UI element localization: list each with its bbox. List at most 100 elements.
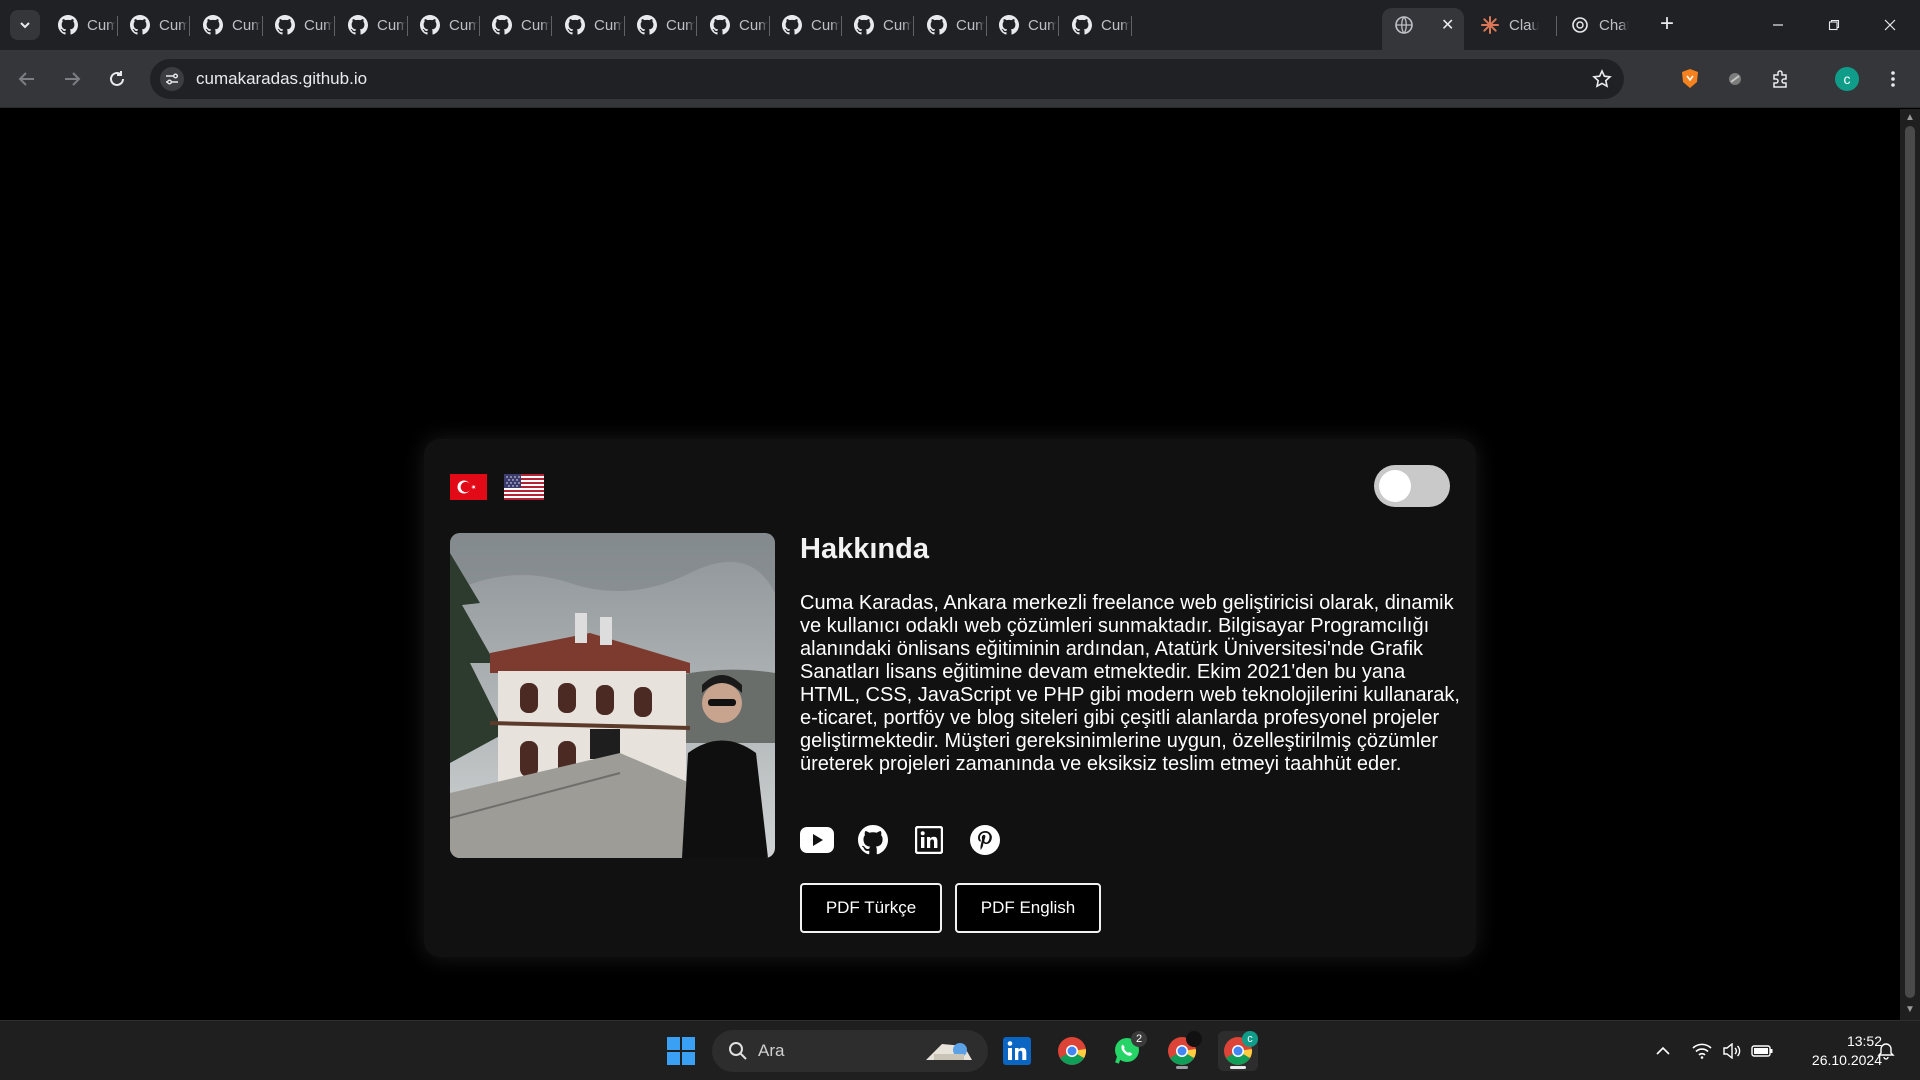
page-scrollbar[interactable]: ▲ ▼ <box>1900 109 1920 1020</box>
tab-title: Chat <box>1599 16 1629 34</box>
tab-title: Cum <box>377 16 406 34</box>
extension-icon[interactable] <box>1722 66 1748 92</box>
search-highlight-icon <box>926 1043 972 1060</box>
tab-github-3[interactable]: Cum <box>191 8 261 42</box>
taskbar-whatsapp[interactable]: 2 <box>1107 1031 1147 1071</box>
close-tab-icon[interactable]: ✕ <box>1441 15 1454 35</box>
tab-github-8[interactable]: Cum <box>553 8 623 42</box>
extensions-puzzle-icon[interactable] <box>1768 66 1794 92</box>
tab-title: Cum <box>521 16 550 34</box>
address-bar[interactable]: cumakaradas.github.io <box>150 59 1624 99</box>
taskbar-chrome-profile[interactable] <box>1162 1031 1202 1071</box>
tab-active[interactable]: ✕ <box>1382 8 1464 50</box>
whatsapp-badge: 2 <box>1131 1031 1147 1047</box>
tab-separator <box>913 16 914 36</box>
tab-title: Cum <box>666 16 695 34</box>
us-flag-icon[interactable] <box>504 473 544 501</box>
tab-separator <box>551 16 552 36</box>
linkedin-link[interactable] <box>912 823 946 857</box>
tab-github-9[interactable]: Cum <box>625 8 695 42</box>
notification-bell-icon[interactable] <box>1874 1039 1898 1063</box>
volume-icon[interactable] <box>1720 1039 1744 1063</box>
tab-separator <box>1131 16 1132 36</box>
tab-github-12[interactable]: Cum <box>842 8 912 42</box>
tab-github-13[interactable]: Cum <box>915 8 985 42</box>
system-clock[interactable]: 13:52 26.10.2024 <box>1786 1032 1882 1070</box>
github-icon <box>782 15 802 35</box>
tab-github-4[interactable]: Cum <box>263 8 333 42</box>
tab-search-button[interactable] <box>10 10 40 40</box>
tab-claude[interactable]: Clau <box>1468 8 1552 42</box>
bookmark-star-icon[interactable] <box>1590 67 1614 91</box>
arrow-left-icon <box>18 72 34 86</box>
tab-github-5[interactable]: Cum <box>336 8 406 42</box>
tab-title: Cum <box>232 16 261 34</box>
search-icon <box>729 1042 747 1060</box>
profile-avatar[interactable]: c <box>1835 67 1859 91</box>
github-icon <box>637 15 657 35</box>
new-tab-button[interactable]: + <box>1652 10 1682 40</box>
theme-toggle[interactable] <box>1374 465 1450 507</box>
close-window-button[interactable] <box>1862 0 1918 50</box>
tab-github-15[interactable]: Cum <box>1060 8 1130 42</box>
github-icon <box>858 825 888 855</box>
scroll-thumb[interactable] <box>1905 126 1915 998</box>
about-card: Hakkında Cuma Karadas, Ankara merkezli f… <box>424 439 1476 957</box>
tab-github-14[interactable]: Cum <box>987 8 1057 42</box>
github-link[interactable] <box>856 823 890 857</box>
tab-separator <box>696 16 697 36</box>
reload-button[interactable] <box>100 62 134 96</box>
github-icon <box>348 15 368 35</box>
chatgpt-icon <box>1572 17 1588 33</box>
taskbar-linkedin[interactable] <box>997 1031 1037 1071</box>
tab-github-2[interactable]: Cum <box>118 8 188 42</box>
site-info-icon[interactable] <box>160 67 184 91</box>
linkedin-icon <box>1003 1037 1031 1065</box>
claude-icon <box>1481 16 1499 34</box>
minimize-icon <box>1773 24 1783 26</box>
start-button[interactable] <box>661 1031 701 1071</box>
taskbar-chrome[interactable] <box>1052 1031 1092 1071</box>
chrome-icon <box>1058 1037 1087 1065</box>
turkey-flag-icon[interactable] <box>450 473 487 501</box>
wifi-icon[interactable] <box>1690 1039 1714 1063</box>
restore-button[interactable] <box>1806 0 1862 50</box>
github-icon <box>492 15 512 35</box>
brave-shield-icon[interactable] <box>1677 66 1703 92</box>
menu-kebab-icon[interactable] <box>1880 66 1906 92</box>
scroll-down-icon[interactable]: ▼ <box>1905 1005 1915 1015</box>
back-button[interactable] <box>10 62 44 96</box>
about-title: Hakkında <box>800 533 929 565</box>
taskbar-chrome-active[interactable]: c <box>1218 1031 1258 1071</box>
tab-title: Cum <box>594 16 623 34</box>
search-placeholder: Ara <box>758 1041 785 1060</box>
pinterest-link[interactable] <box>968 823 1002 857</box>
tab-title: Cum <box>1101 16 1130 34</box>
chevron-down-icon <box>20 22 30 29</box>
tab-title: Cum <box>956 16 985 34</box>
forward-button[interactable] <box>55 62 89 96</box>
tab-title: Cum <box>883 16 912 34</box>
url-text[interactable]: cumakaradas.github.io <box>196 69 367 89</box>
tab-chatgpt[interactable]: Chat <box>1558 8 1642 42</box>
tray-overflow-icon[interactable] <box>1651 1039 1675 1063</box>
tab-github-6[interactable]: Cum <box>408 8 478 42</box>
pdf-turkish-button[interactable]: PDF Türkçe <box>800 883 942 933</box>
scroll-up-icon[interactable]: ▲ <box>1905 113 1915 123</box>
tab-github-10[interactable]: Cum <box>698 8 768 42</box>
restore-icon <box>1828 19 1840 31</box>
tab-github-11[interactable]: Cum <box>770 8 840 42</box>
tab-github-7[interactable]: Cum <box>480 8 550 42</box>
reload-icon <box>110 71 124 86</box>
toggle-knob <box>1379 470 1411 502</box>
youtube-link[interactable] <box>800 823 834 857</box>
taskbar-search[interactable]: Ara <box>712 1030 988 1072</box>
github-icon <box>854 15 874 35</box>
github-icon <box>710 15 730 35</box>
social-links <box>800 823 1002 857</box>
tab-github-1[interactable]: Cum <box>46 8 116 42</box>
minimize-button[interactable] <box>1750 0 1806 50</box>
clock-date: 26.10.2024 <box>1811 1052 1882 1068</box>
pdf-english-button[interactable]: PDF English <box>955 883 1101 933</box>
battery-icon[interactable] <box>1750 1039 1774 1063</box>
